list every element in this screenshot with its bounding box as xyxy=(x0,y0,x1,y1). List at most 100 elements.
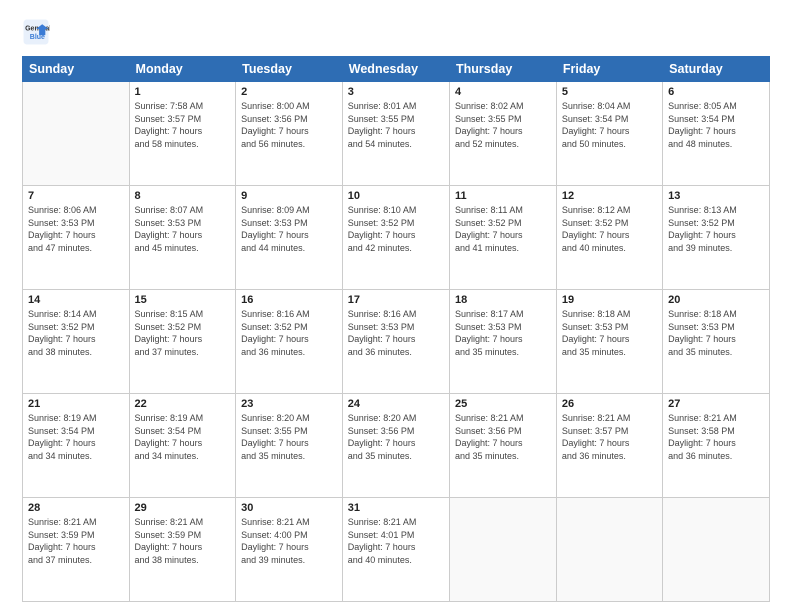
day-number: 22 xyxy=(135,398,231,410)
calendar-cell xyxy=(556,498,662,602)
day-number: 9 xyxy=(241,190,337,202)
calendar-cell: 26 Sunrise: 8:21 AM Sunset: 3:57 PM Dayli… xyxy=(556,394,662,498)
calendar-table: SundayMondayTuesdayWednesdayThursdayFrid… xyxy=(22,56,770,602)
day-info: Sunrise: 8:21 AM Sunset: 4:00 PM Dayligh… xyxy=(241,516,337,566)
calendar-cell: 15 Sunrise: 8:15 AM Sunset: 3:52 PM Dayli… xyxy=(129,290,236,394)
day-info: Sunrise: 8:07 AM Sunset: 3:53 PM Dayligh… xyxy=(135,204,231,254)
calendar-cell xyxy=(450,498,557,602)
day-info: Sunrise: 8:19 AM Sunset: 3:54 PM Dayligh… xyxy=(28,412,124,462)
weekday-header-friday: Friday xyxy=(556,57,662,82)
calendar-cell: 2 Sunrise: 8:00 AM Sunset: 3:56 PM Daylig… xyxy=(236,82,343,186)
calendar-cell: 22Sunrise: 8:19 AM Sunset: 3:54 PM Dayli… xyxy=(129,394,236,498)
day-number: 29 xyxy=(135,502,231,514)
calendar-cell: 9 Sunrise: 8:09 AM Sunset: 3:53 PM Daylig… xyxy=(236,186,343,290)
day-number: 30 xyxy=(241,502,337,514)
day-number: 23 xyxy=(241,398,337,410)
calendar-cell xyxy=(663,498,770,602)
day-info: Sunrise: 8:17 AM Sunset: 3:53 PM Dayligh… xyxy=(455,308,551,358)
week-row-0: 1Sunrise: 7:58 AM Sunset: 3:57 PM Daylig… xyxy=(23,82,770,186)
day-number: 20 xyxy=(668,294,764,306)
week-row-1: 7Sunrise: 8:06 AM Sunset: 3:53 PM Daylig… xyxy=(23,186,770,290)
day-number: 14 xyxy=(28,294,124,306)
calendar-cell: 8 Sunrise: 8:07 AM Sunset: 3:53 PM Daylig… xyxy=(129,186,236,290)
week-row-2: 14 Sunrise: 8:14 AM Sunset: 3:52 PM Dayli… xyxy=(23,290,770,394)
day-number: 7 xyxy=(28,190,124,202)
day-info: Sunrise: 8:21 AM Sunset: 3:56 PM Dayligh… xyxy=(455,412,551,462)
calendar-cell: 30 Sunrise: 8:21 AM Sunset: 4:00 PM Dayli… xyxy=(236,498,343,602)
calendar-cell: 27Sunrise: 8:21 AM Sunset: 3:58 PM Dayli… xyxy=(663,394,770,498)
calendar-cell: 17 Sunrise: 8:16 AM Sunset: 3:53 PM Dayli… xyxy=(342,290,449,394)
day-number: 12 xyxy=(562,190,657,202)
weekday-header-sunday: Sunday xyxy=(23,57,130,82)
calendar-cell: 3 Sunrise: 8:01 AM Sunset: 3:55 PM Daylig… xyxy=(342,82,449,186)
day-number: 8 xyxy=(135,190,231,202)
day-number: 2 xyxy=(241,86,337,98)
day-info: Sunrise: 8:16 AM Sunset: 3:52 PM Dayligh… xyxy=(241,308,337,358)
day-number: 25 xyxy=(455,398,551,410)
calendar-cell: 6 Sunrise: 8:05 AM Sunset: 3:54 PM Daylig… xyxy=(663,82,770,186)
day-number: 17 xyxy=(348,294,444,306)
day-info: Sunrise: 8:04 AM Sunset: 3:54 PM Dayligh… xyxy=(562,100,657,150)
day-number: 24 xyxy=(348,398,444,410)
calendar-cell: 7Sunrise: 8:06 AM Sunset: 3:53 PM Daylig… xyxy=(23,186,130,290)
day-info: Sunrise: 8:02 AM Sunset: 3:55 PM Dayligh… xyxy=(455,100,551,150)
calendar-cell: 10 Sunrise: 8:10 AM Sunset: 3:52 PM Dayli… xyxy=(342,186,449,290)
calendar-cell: 29 Sunrise: 8:21 AM Sunset: 3:59 PM Dayli… xyxy=(129,498,236,602)
day-info: Sunrise: 8:21 AM Sunset: 4:01 PM Dayligh… xyxy=(348,516,444,566)
day-number: 31 xyxy=(348,502,444,514)
weekday-header-thursday: Thursday xyxy=(450,57,557,82)
day-info: Sunrise: 8:20 AM Sunset: 3:55 PM Dayligh… xyxy=(241,412,337,462)
day-info: Sunrise: 8:10 AM Sunset: 3:52 PM Dayligh… xyxy=(348,204,444,254)
weekday-header-monday: Monday xyxy=(129,57,236,82)
day-number: 21 xyxy=(28,398,124,410)
calendar-cell: 24 Sunrise: 8:20 AM Sunset: 3:56 PM Dayli… xyxy=(342,394,449,498)
day-info: Sunrise: 8:20 AM Sunset: 3:56 PM Dayligh… xyxy=(348,412,444,462)
calendar-cell: 12 Sunrise: 8:12 AM Sunset: 3:52 PM Dayli… xyxy=(556,186,662,290)
calendar-cell: 11Sunrise: 8:11 AM Sunset: 3:52 PM Dayli… xyxy=(450,186,557,290)
day-number: 28 xyxy=(28,502,124,514)
day-info: Sunrise: 8:00 AM Sunset: 3:56 PM Dayligh… xyxy=(241,100,337,150)
calendar-cell: 18 Sunrise: 8:17 AM Sunset: 3:53 PM Dayli… xyxy=(450,290,557,394)
day-number: 10 xyxy=(348,190,444,202)
day-number: 4 xyxy=(455,86,551,98)
day-number: 3 xyxy=(348,86,444,98)
page: General Blue SundayMondayTuesdayWednesda… xyxy=(0,0,792,612)
day-number: 13 xyxy=(668,190,764,202)
weekday-header-saturday: Saturday xyxy=(663,57,770,82)
weekday-header-wednesday: Wednesday xyxy=(342,57,449,82)
calendar-cell: 1Sunrise: 7:58 AM Sunset: 3:57 PM Daylig… xyxy=(129,82,236,186)
week-row-3: 21 Sunrise: 8:19 AM Sunset: 3:54 PM Dayli… xyxy=(23,394,770,498)
calendar-cell: 28Sunrise: 8:21 AM Sunset: 3:59 PM Dayli… xyxy=(23,498,130,602)
calendar-cell: 5Sunrise: 8:04 AM Sunset: 3:54 PM Daylig… xyxy=(556,82,662,186)
day-number: 15 xyxy=(135,294,231,306)
day-number: 6 xyxy=(668,86,764,98)
day-info: Sunrise: 8:18 AM Sunset: 3:53 PM Dayligh… xyxy=(668,308,764,358)
week-row-4: 28 Sunrise: 8:21 AM Sunset: 3:59 PM Dayli… xyxy=(23,498,770,602)
day-info: Sunrise: 8:12 AM Sunset: 3:52 PM Dayligh… xyxy=(562,204,657,254)
weekday-header-row: SundayMondayTuesdayWednesdayThursdayFrid… xyxy=(23,57,770,82)
day-number: 26 xyxy=(562,398,657,410)
day-info: Sunrise: 8:15 AM Sunset: 3:52 PM Dayligh… xyxy=(135,308,231,358)
day-info: Sunrise: 8:01 AM Sunset: 3:55 PM Dayligh… xyxy=(348,100,444,150)
day-info: Sunrise: 8:05 AM Sunset: 3:54 PM Dayligh… xyxy=(668,100,764,150)
day-info: Sunrise: 8:18 AM Sunset: 3:53 PM Dayligh… xyxy=(562,308,657,358)
calendar-cell: 20 Sunrise: 8:18 AM Sunset: 3:53 PM Dayli… xyxy=(663,290,770,394)
day-info: Sunrise: 8:21 AM Sunset: 3:57 PM Dayligh… xyxy=(562,412,657,462)
day-number: 19 xyxy=(562,294,657,306)
day-info: Sunrise: 8:13 AM Sunset: 3:52 PM Dayligh… xyxy=(668,204,764,254)
weekday-header-tuesday: Tuesday xyxy=(236,57,343,82)
calendar-cell: 13 Sunrise: 8:13 AM Sunset: 3:52 PM Dayli… xyxy=(663,186,770,290)
calendar-cell: 19 Sunrise: 8:18 AM Sunset: 3:53 PM Dayli… xyxy=(556,290,662,394)
header: General Blue xyxy=(22,18,770,46)
day-info: Sunrise: 8:09 AM Sunset: 3:53 PM Dayligh… xyxy=(241,204,337,254)
logo-icon: General Blue xyxy=(22,18,50,46)
day-number: 18 xyxy=(455,294,551,306)
day-number: 11 xyxy=(455,190,551,202)
day-number: 27 xyxy=(668,398,764,410)
day-number: 16 xyxy=(241,294,337,306)
day-info: Sunrise: 8:14 AM Sunset: 3:52 PM Dayligh… xyxy=(28,308,124,358)
day-info: Sunrise: 8:16 AM Sunset: 3:53 PM Dayligh… xyxy=(348,308,444,358)
day-info: Sunrise: 8:21 AM Sunset: 3:59 PM Dayligh… xyxy=(135,516,231,566)
calendar-cell: 21 Sunrise: 8:19 AM Sunset: 3:54 PM Dayli… xyxy=(23,394,130,498)
calendar-cell: 14 Sunrise: 8:14 AM Sunset: 3:52 PM Dayli… xyxy=(23,290,130,394)
